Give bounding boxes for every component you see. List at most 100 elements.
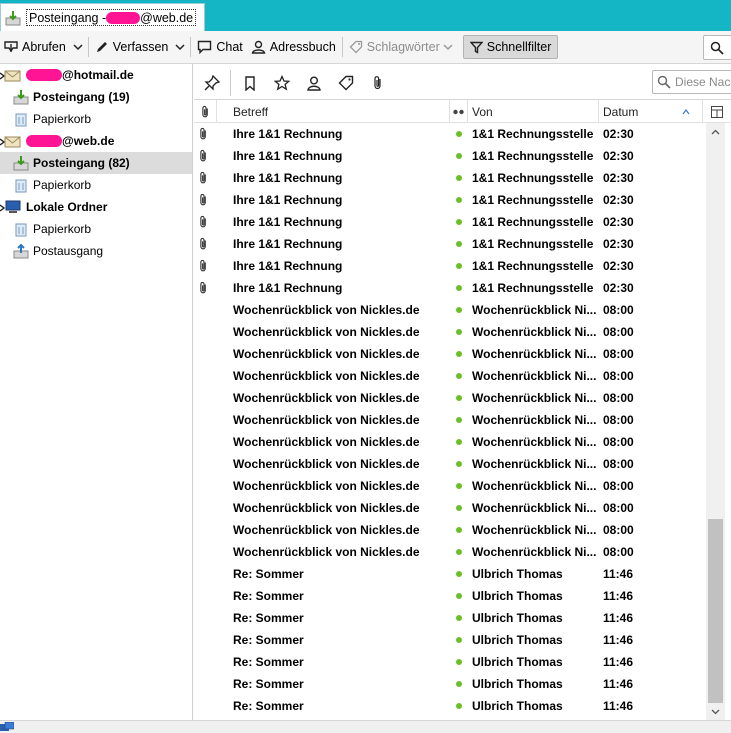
message-row[interactable]: Ihre 1&1 Rechnung 1&1 Rechnungsstelle 02:3… <box>194 123 706 145</box>
message-row[interactable]: Wochenrückblick von Nickles.de Wochenrück… <box>194 299 706 321</box>
sticky-filter-pin-icon[interactable] <box>200 72 224 94</box>
read-status-dot-icon[interactable] <box>455 585 463 607</box>
message-row[interactable]: Wochenrückblick von Nickles.de Wochenrück… <box>194 541 706 563</box>
read-status-dot-icon[interactable] <box>455 167 463 189</box>
read-status-dot-icon[interactable] <box>455 431 463 453</box>
message-row[interactable]: Wochenrückblick von Nickles.de Wochenrück… <box>194 497 706 519</box>
fetch-dropdown-chevron-icon[interactable] <box>70 35 86 59</box>
chat-button[interactable]: Chat <box>193 35 246 59</box>
attachment-paperclip-icon <box>199 189 213 211</box>
message-row[interactable]: Re: Sommer Ulbrich Thomas 11:46 <box>194 695 706 717</box>
message-row[interactable]: Re: Sommer Ulbrich Thomas 11:46 <box>194 673 706 695</box>
inbox-icon <box>13 156 29 171</box>
message-row[interactable]: Wochenrückblick von Nickles.de Wochenrück… <box>194 431 706 453</box>
read-status-dot-icon[interactable] <box>455 629 463 651</box>
contact-filter-person-icon[interactable] <box>302 72 326 94</box>
tab-title-suffix: @web.de <box>140 10 194 25</box>
folder-inbox-hotmail[interactable]: Posteingang (19) <box>0 86 192 108</box>
read-status-dot-icon[interactable] <box>455 695 463 717</box>
tags-filter-tag-icon[interactable] <box>334 72 358 94</box>
scroll-down-arrow-icon[interactable] <box>706 703 725 720</box>
tab-inbox[interactable]: Posteingang - @web.de <box>0 3 205 31</box>
column-attachment[interactable] <box>194 100 217 123</box>
read-status-dot-icon[interactable] <box>455 277 463 299</box>
folder-trash-hotmail[interactable]: Papierkorb <box>0 108 192 130</box>
folder-inbox-web[interactable]: Posteingang (82) <box>0 152 192 174</box>
read-status-dot-icon[interactable] <box>455 189 463 211</box>
attachment-cell <box>199 343 213 365</box>
global-search-input[interactable] <box>703 35 731 60</box>
message-row[interactable]: Ihre 1&1 Rechnung 1&1 Rechnungsstelle 02:3… <box>194 255 706 277</box>
message-from: 1&1 Rechnungsstelle <box>472 281 594 295</box>
message-row[interactable]: Ihre 1&1 Rechnung 1&1 Rechnungsstelle 02:3… <box>194 189 706 211</box>
read-status-dot-icon[interactable] <box>455 211 463 233</box>
message-row[interactable]: Wochenrückblick von Nickles.de Wochenrück… <box>194 365 706 387</box>
read-status-dot-icon[interactable] <box>455 145 463 167</box>
compose-button[interactable]: Verfassen <box>91 35 173 59</box>
column-read-status[interactable] <box>450 100 468 123</box>
read-status-dot-icon[interactable] <box>455 321 463 343</box>
folder-account-web[interactable]: @web.de <box>0 130 192 152</box>
scrollbar-thumb[interactable] <box>708 519 723 703</box>
read-status-dot-icon[interactable] <box>455 365 463 387</box>
read-status-dot-icon[interactable] <box>455 409 463 431</box>
message-row[interactable]: Ihre 1&1 Rechnung 1&1 Rechnungsstelle 02:3… <box>194 211 706 233</box>
folder-outbox-local[interactable]: Postausgang <box>0 240 192 262</box>
read-status-dot-icon[interactable] <box>455 123 463 145</box>
read-status-dot-icon[interactable] <box>455 475 463 497</box>
message-list: Ihre 1&1 Rechnung 1&1 Rechnungsstelle 02:3… <box>194 123 706 717</box>
folder-trash-local[interactable]: Papierkorb <box>0 218 192 240</box>
read-status-dot-icon[interactable] <box>455 233 463 255</box>
read-status-dot-icon[interactable] <box>455 497 463 519</box>
attachment-filter-paperclip-icon[interactable] <box>366 72 390 94</box>
read-status-dot-icon[interactable] <box>455 519 463 541</box>
starred-filter-star-icon[interactable] <box>270 72 294 94</box>
read-status-dot-icon[interactable] <box>455 343 463 365</box>
read-status-dot-icon[interactable] <box>455 299 463 321</box>
column-subject[interactable]: Betreff <box>217 100 450 123</box>
message-row[interactable]: Wochenrückblick von Nickles.de Wochenrück… <box>194 453 706 475</box>
message-row[interactable]: Ihre 1&1 Rechnung 1&1 Rechnungsstelle 02:3… <box>194 167 706 189</box>
message-row[interactable]: Ihre 1&1 Rechnung 1&1 Rechnungsstelle 02:3… <box>194 277 706 299</box>
message-row[interactable]: Wochenrückblick von Nickles.de Wochenrück… <box>194 409 706 431</box>
read-status-dot-icon[interactable] <box>455 651 463 673</box>
trash-icon <box>15 113 27 127</box>
folder-account-hotmail[interactable]: @hotmail.de <box>0 64 192 86</box>
tags-button[interactable]: Schlagwörter <box>345 35 457 59</box>
folder-trash-web[interactable]: Papierkorb <box>0 174 192 196</box>
message-row[interactable]: Wochenrückblick von Nickles.de Wochenrück… <box>194 343 706 365</box>
column-picker-button[interactable] <box>703 100 731 123</box>
read-status-dot-icon[interactable] <box>455 673 463 695</box>
message-list-scrollbar[interactable] <box>706 123 725 720</box>
message-row[interactable]: Ihre 1&1 Rechnung 1&1 Rechnungsstelle 02:3… <box>194 233 706 255</box>
read-status-dot-icon[interactable] <box>455 255 463 277</box>
read-status-dot-icon[interactable] <box>455 607 463 629</box>
column-from[interactable]: Von <box>468 100 599 123</box>
message-row[interactable]: Wochenrückblick von Nickles.de Wochenrück… <box>194 387 706 409</box>
fetch-button[interactable]: Abrufen <box>0 35 70 59</box>
message-subject: Wochenrückblick von Nickles.de <box>233 523 420 537</box>
quickfilter-button[interactable]: Schnellfilter <box>462 35 559 59</box>
unread-filter-bookmark-icon[interactable] <box>238 72 262 94</box>
message-row[interactable]: Re: Sommer Ulbrich Thomas 11:46 <box>194 651 706 673</box>
folder-local-folders[interactable]: Lokale Ordner <box>0 196 192 218</box>
addressbook-button[interactable]: Adressbuch <box>247 35 340 59</box>
message-row[interactable]: Re: Sommer Ulbrich Thomas 11:46 <box>194 607 706 629</box>
read-status-dot-icon[interactable] <box>455 541 463 563</box>
trash-icon <box>15 223 27 237</box>
compose-dropdown-chevron-icon[interactable] <box>172 35 188 59</box>
message-row[interactable]: Re: Sommer Ulbrich Thomas 11:46 <box>194 585 706 607</box>
message-row[interactable]: Wochenrückblick von Nickles.de Wochenrück… <box>194 321 706 343</box>
message-row[interactable]: Re: Sommer Ulbrich Thomas 11:46 <box>194 563 706 585</box>
message-row[interactable]: Wochenrückblick von Nickles.de Wochenrück… <box>194 475 706 497</box>
attachment-cell <box>199 497 213 519</box>
read-status-dot-icon[interactable] <box>455 387 463 409</box>
read-status-dot-icon[interactable] <box>455 563 463 585</box>
message-row[interactable]: Re: Sommer Ulbrich Thomas 11:46 <box>194 629 706 651</box>
quick-filter-search-input[interactable]: Diese Nac <box>652 70 731 94</box>
read-status-dot-icon[interactable] <box>455 453 463 475</box>
message-row[interactable]: Wochenrückblick von Nickles.de Wochenrück… <box>194 519 706 541</box>
scroll-up-arrow-icon[interactable] <box>706 123 725 140</box>
message-row[interactable]: Ihre 1&1 Rechnung 1&1 Rechnungsstelle 02:3… <box>194 145 706 167</box>
column-date[interactable]: Datum <box>599 100 703 123</box>
